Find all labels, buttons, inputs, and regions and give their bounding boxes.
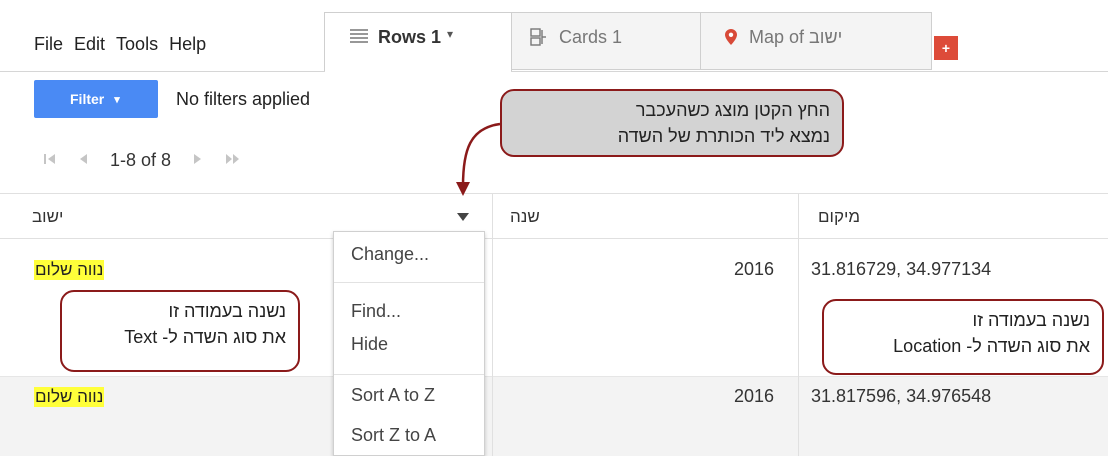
annotation-arrow-icon bbox=[456, 122, 501, 196]
